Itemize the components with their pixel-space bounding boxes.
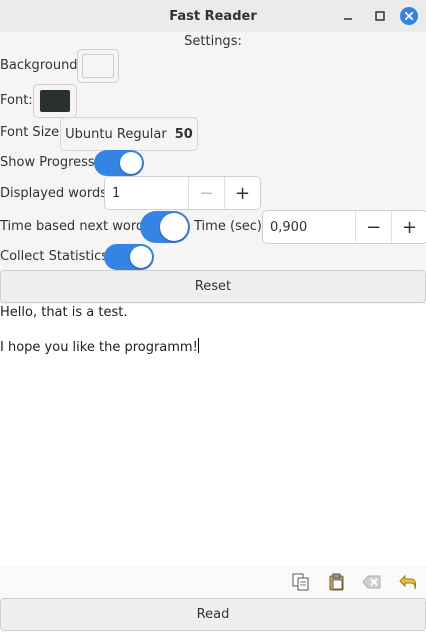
displayed-words-decrement[interactable]: − bbox=[188, 177, 224, 209]
minimize-icon[interactable] bbox=[340, 8, 356, 24]
displayed-words-label: Displayed words: bbox=[0, 186, 112, 201]
background-color-swatch bbox=[82, 54, 114, 78]
font-size-value: 50 bbox=[174, 126, 193, 142]
text-cursor bbox=[197, 338, 199, 353]
font-chooser-button[interactable]: Ubuntu Regular 50 bbox=[60, 117, 198, 151]
close-icon[interactable] bbox=[400, 7, 418, 25]
time-based-toggle[interactable] bbox=[140, 211, 190, 243]
time-sec-label: Time (sec): bbox=[194, 219, 267, 234]
editor-toolbar bbox=[0, 566, 426, 598]
displayed-words-increment[interactable]: + bbox=[224, 177, 260, 209]
font-color-label: Font: bbox=[0, 93, 33, 108]
font-color-swatch bbox=[40, 90, 70, 112]
window-title: Fast Reader bbox=[169, 8, 257, 24]
copy-icon[interactable] bbox=[291, 572, 311, 592]
text-line: I hope you like the programm! bbox=[0, 340, 198, 355]
undo-icon[interactable] bbox=[398, 572, 418, 592]
time-sec-spinner[interactable]: 0,900 − + bbox=[262, 210, 426, 244]
displayed-words-value[interactable]: 1 bbox=[105, 177, 188, 209]
displayed-words-spinner[interactable]: 1 − + bbox=[104, 176, 261, 210]
toggle-knob bbox=[160, 213, 188, 241]
font-size-label: Font Size: bbox=[0, 125, 64, 140]
show-progress-label: Show Progress: bbox=[0, 155, 100, 170]
font-name: Ubuntu Regular bbox=[65, 126, 167, 142]
maximize-icon[interactable] bbox=[372, 8, 388, 24]
read-button[interactable]: Read bbox=[0, 598, 426, 631]
background-color-button[interactable] bbox=[77, 49, 119, 83]
time-based-label: Time based next word: bbox=[0, 219, 149, 234]
title-bar: Fast Reader bbox=[0, 0, 426, 32]
collect-stats-toggle[interactable] bbox=[104, 244, 154, 270]
show-progress-toggle[interactable] bbox=[94, 150, 144, 176]
reset-button[interactable]: Reset bbox=[0, 270, 426, 303]
clear-icon[interactable] bbox=[362, 572, 382, 592]
time-sec-value[interactable]: 0,900 bbox=[263, 211, 355, 243]
text-line-with-cursor: I hope you like the programm! bbox=[0, 338, 199, 355]
font-color-button[interactable] bbox=[33, 84, 77, 118]
time-sec-increment[interactable]: + bbox=[391, 211, 426, 243]
text-line: Hello, that is a test. bbox=[0, 305, 128, 320]
settings-heading: Settings: bbox=[184, 34, 242, 49]
paste-icon[interactable] bbox=[327, 572, 347, 592]
text-editor[interactable]: Hello, that is a test. I hope you like t… bbox=[0, 304, 426, 566]
background-label: Background: bbox=[0, 58, 82, 73]
toggle-knob bbox=[120, 152, 142, 174]
toggle-knob bbox=[130, 246, 152, 268]
collect-stats-label: Collect Statistics: bbox=[0, 249, 113, 264]
time-sec-decrement[interactable]: − bbox=[355, 211, 391, 243]
